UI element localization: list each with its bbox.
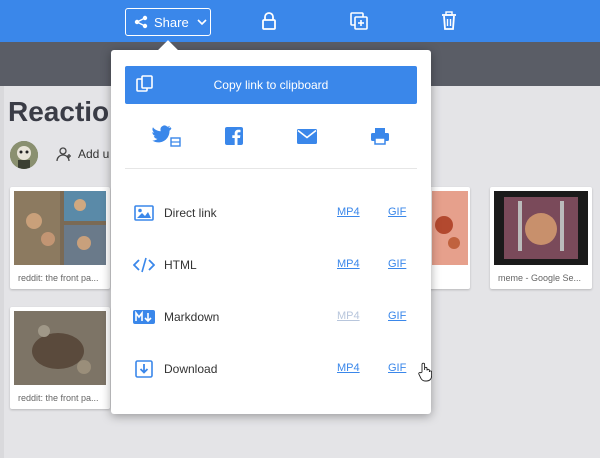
lock-icon[interactable] <box>258 10 280 32</box>
row-label: Direct link <box>164 206 217 220</box>
facebook-icon[interactable] <box>219 122 249 150</box>
thumbnail-image <box>494 191 588 265</box>
chevron-down-icon <box>197 19 207 26</box>
gif-link[interactable]: GIF <box>388 362 406 374</box>
thumbnail-card[interactable]: reddit: the front pa... <box>10 187 110 289</box>
share-row-direct-link: Direct link MP4 GIF <box>111 200 431 226</box>
thumbnail-card[interactable]: meme - Google Se... <box>490 187 592 289</box>
gif-link[interactable]: GIF <box>388 206 406 218</box>
copy-icon <box>136 75 153 92</box>
row-label: HTML <box>164 258 197 272</box>
add-user-icon <box>56 147 71 162</box>
thumbnail-card[interactable]: reddit: the front pa... <box>10 307 110 409</box>
share-icon <box>134 15 148 29</box>
gif-link[interactable]: GIF <box>388 258 406 270</box>
thumbnail-card[interactable] <box>428 187 470 289</box>
share-button[interactable]: Share <box>125 8 211 36</box>
copy-link-label: Copy link to clipboard <box>213 78 329 92</box>
avatar[interactable] <box>10 141 38 169</box>
twitter-icon[interactable] <box>151 122 181 150</box>
print-icon[interactable] <box>365 122 395 150</box>
page-title: Reaction <box>8 96 127 127</box>
mp4-link[interactable]: MP4 <box>337 362 360 374</box>
add-user-button[interactable]: Add u <box>56 146 109 162</box>
trash-icon[interactable] <box>438 10 460 32</box>
thumbnail-image <box>14 191 106 265</box>
share-popup: Copy link to clipboard Direct link MP4 G… <box>111 40 431 414</box>
row-label: Markdown <box>164 310 220 324</box>
download-icon <box>133 359 155 379</box>
email-icon[interactable] <box>292 122 322 150</box>
mp4-link-disabled: MP4 <box>337 310 360 322</box>
copy-add-icon[interactable] <box>348 10 370 32</box>
add-user-label: Add u <box>78 147 110 161</box>
mp4-link[interactable]: MP4 <box>337 258 360 270</box>
share-row-markdown: Markdown MP4 GIF <box>111 304 431 330</box>
thumbnail-caption: reddit: the front pa... <box>18 273 99 283</box>
copy-link-button[interactable]: Copy link to clipboard <box>125 66 417 104</box>
thumbnail-caption: meme - Google Se... <box>498 273 582 283</box>
top-toolbar: Share <box>0 0 600 42</box>
thumbnail-image <box>432 191 468 265</box>
row-label: Download <box>164 362 218 376</box>
mp4-link[interactable]: MP4 <box>337 206 360 218</box>
thumbnail-image <box>14 311 106 385</box>
code-icon <box>133 255 155 275</box>
image-icon <box>133 203 155 223</box>
divider <box>125 168 417 169</box>
hand-cursor-icon <box>418 362 432 382</box>
markdown-icon <box>133 307 155 327</box>
share-label: Share <box>154 14 189 30</box>
share-row-html: HTML MP4 GIF <box>111 252 431 278</box>
share-row-download: Download MP4 GIF <box>111 356 431 382</box>
thumbnail-caption: reddit: the front pa... <box>18 393 99 403</box>
gif-link[interactable]: GIF <box>388 310 406 322</box>
